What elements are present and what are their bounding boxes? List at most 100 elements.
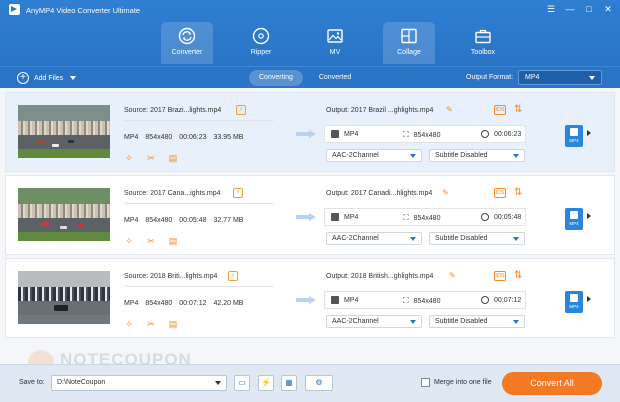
subtitle-select[interactable]: Subtitle Disabled [429, 315, 525, 328]
subtitle-value: Subtitle Disabled [435, 152, 488, 159]
add-icon: + [17, 72, 29, 84]
merge-icon[interactable]: ⇅ [514, 104, 522, 115]
ids-icon[interactable]: IDS [494, 105, 506, 115]
title-bar: AnyMP4 Video Converter Ultimate ☰ — □ ✕ [0, 0, 620, 20]
output-format: MP4 [344, 296, 359, 304]
file-row[interactable]: Source: 2018 Briti...lights.mp4 i MP4 85… [5, 258, 615, 338]
video-thumbnail[interactable] [18, 188, 110, 241]
source-format: MP4 [124, 134, 139, 141]
converter-icon [178, 27, 196, 45]
scissors-icon[interactable]: ✂ [146, 153, 156, 163]
output-format-button[interactable]: MP4 [565, 125, 583, 147]
chevron-right-icon[interactable] [587, 130, 591, 136]
tab-mv[interactable]: MV [309, 22, 361, 64]
tab-converting[interactable]: Converting [249, 70, 303, 86]
audio-track-select[interactable]: AAC-2Channel [326, 149, 422, 162]
minimize-icon[interactable]: — [564, 3, 576, 15]
speed-boost-button[interactable]: ⚡ [258, 375, 274, 391]
info-icon[interactable]: i [228, 271, 238, 281]
chevron-right-icon[interactable] [587, 296, 591, 302]
maximize-icon[interactable]: □ [583, 3, 595, 15]
window-controls: ☰ — □ ✕ [545, 3, 614, 15]
tab-collage[interactable]: Collage [383, 22, 435, 64]
enhance-icon[interactable]: ✧ [124, 236, 134, 246]
audio-track-select[interactable]: AAC-2Channel [326, 232, 422, 245]
hardware-accel-button[interactable]: ▦ [281, 375, 297, 391]
tab-converted[interactable]: Converted [309, 70, 361, 86]
pencil-icon[interactable]: ✎ [446, 105, 453, 114]
video-thumbnail[interactable] [18, 105, 110, 158]
chevron-down-icon [513, 320, 519, 324]
open-folder-button[interactable]: ▭ [234, 375, 250, 391]
pencil-icon[interactable]: ✎ [442, 188, 449, 197]
output-duration: 00:06:23 [494, 130, 522, 138]
merge-icon[interactable]: ⇅ [514, 270, 522, 281]
edit-video-icon[interactable]: ▤ [168, 236, 178, 246]
arrow-right-icon [296, 213, 318, 221]
ids-icon[interactable]: IDS [494, 188, 506, 198]
add-files-button[interactable]: + Add Files [17, 72, 77, 84]
file-row[interactable]: Source: 2017 Cana...ights.mp4 i MP4 854x… [5, 175, 615, 255]
row-actions: ✧ ✂ ▤ [124, 153, 178, 163]
source-filename: Source: 2018 Briti...lights.mp4 [124, 273, 218, 280]
edit-video-icon[interactable]: ▤ [168, 153, 178, 163]
chevron-down-icon [410, 154, 416, 158]
enhance-icon[interactable]: ✧ [124, 153, 134, 163]
source-filename: Source: 2017 Brazi...lights.mp4 [124, 107, 222, 114]
tab-converter[interactable]: Converter [161, 22, 213, 64]
add-files-label: Add Files [34, 74, 64, 82]
chevron-right-icon[interactable] [587, 213, 591, 219]
output-format-button[interactable]: MP4 [565, 208, 583, 230]
subtitle-select[interactable]: Subtitle Disabled [429, 232, 525, 245]
file-list: Source: 2017 Brazi...lights.mp4 i MP4 85… [0, 88, 620, 376]
tab-converter-label: Converter [171, 49, 203, 56]
file-row[interactable]: Source: 2017 Brazi...lights.mp4 i MP4 85… [5, 92, 615, 172]
settings-button[interactable]: ⚙ [305, 375, 333, 391]
source-size: 32.77 MB [213, 217, 244, 224]
toolbox-icon [475, 29, 491, 44]
subtitle-select[interactable]: Subtitle Disabled [429, 149, 525, 162]
enhance-icon[interactable]: ✧ [124, 319, 134, 329]
toolbar: + Add Files Converting Converted Output … [0, 66, 620, 88]
output-resolution: 854x480 [413, 214, 441, 222]
save-path-value: D:\NoteCoupon [57, 379, 106, 386]
chevron-down-icon [410, 237, 416, 241]
resolution-icon: ⛶ [403, 213, 409, 222]
chevron-down-icon [513, 154, 519, 158]
film-icon [331, 213, 339, 221]
audio-track-select[interactable]: AAC-2Channel [326, 315, 422, 328]
convert-all-button[interactable]: Convert All [502, 372, 602, 395]
output-duration: 00:07:12 [494, 296, 522, 304]
subtitle-value: Subtitle Disabled [435, 235, 488, 242]
merge-checkbox[interactable]: Merge into one file [421, 378, 492, 387]
tab-ripper[interactable]: Ripper [235, 22, 287, 64]
edit-video-icon[interactable]: ▤ [168, 319, 178, 329]
source-size: 33.95 MB [213, 134, 244, 141]
save-path-select[interactable]: D:\NoteCoupon [51, 375, 227, 391]
output-format-label: Output Format: [466, 74, 514, 81]
chevron-down-icon[interactable] [70, 76, 77, 80]
audio-track-value: AAC-2Channel [332, 152, 379, 159]
source-format: MP4 [124, 300, 139, 307]
output-format-select[interactable]: MP4 [518, 70, 602, 85]
chevron-down-icon [410, 320, 416, 324]
pencil-icon[interactable]: ✎ [449, 271, 456, 280]
video-thumbnail[interactable] [18, 271, 110, 324]
checkbox-icon[interactable] [421, 378, 430, 387]
ids-icon[interactable]: IDS [494, 271, 506, 281]
output-settings: MP4 ⛶ 854x480 00:05:48 [324, 208, 526, 226]
source-meta: MP4 854x480 00:07:12 42.20 MB [124, 300, 243, 307]
scissors-icon[interactable]: ✂ [146, 319, 156, 329]
tab-toolbox[interactable]: Toolbox [457, 22, 509, 64]
merge-icon[interactable]: ⇅ [514, 187, 522, 198]
info-icon[interactable]: i [233, 188, 243, 198]
menu-icon[interactable]: ☰ [545, 3, 557, 15]
tab-mv-label: MV [329, 49, 341, 56]
scissors-icon[interactable]: ✂ [146, 236, 156, 246]
main-tabs: Converter Ripper MV Collage Toolbox [161, 22, 509, 64]
output-format-button[interactable]: MP4 [565, 291, 583, 313]
resolution-icon: ⛶ [403, 296, 409, 305]
row-actions: ✧ ✂ ▤ [124, 319, 178, 329]
info-icon[interactable]: i [236, 105, 246, 115]
close-icon[interactable]: ✕ [602, 3, 614, 15]
